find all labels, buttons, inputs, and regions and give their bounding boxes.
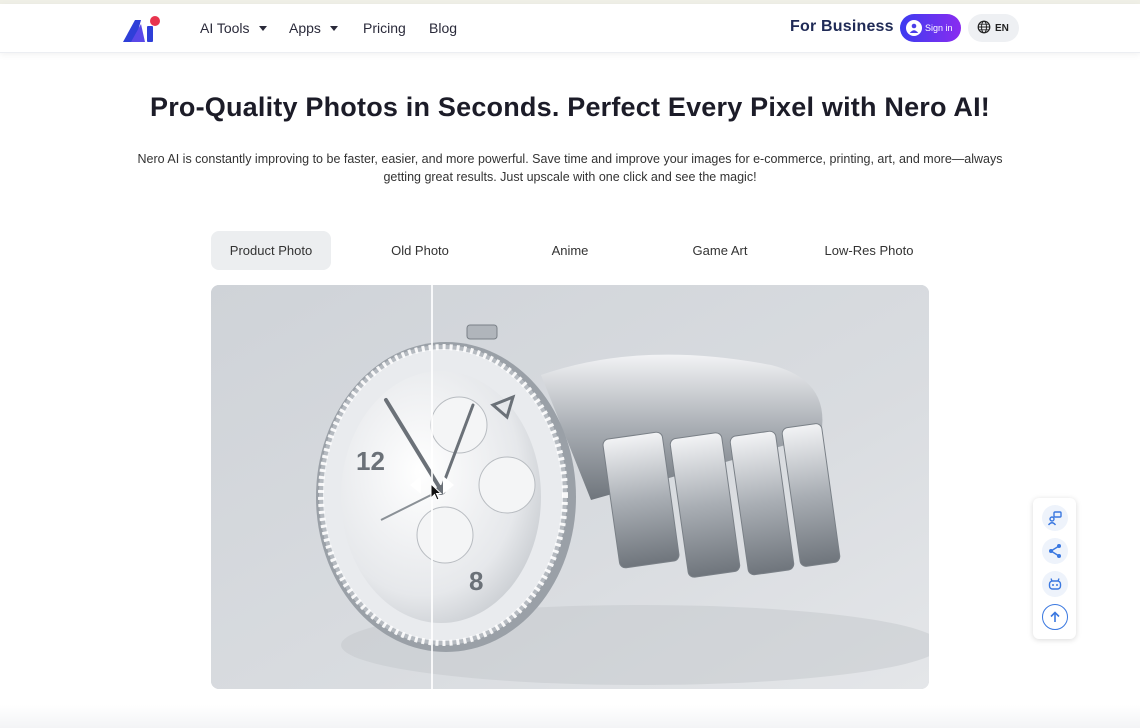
hero-headline: Pro-Quality Photos in Seconds. Perfect E… [149, 92, 990, 122]
chevron-right-icon [443, 476, 454, 494]
sign-in-button[interactable]: Sign in [900, 14, 961, 42]
language-selector[interactable]: EN [968, 14, 1019, 42]
nav-blog[interactable]: Blog [429, 20, 457, 36]
chevron-down-icon [329, 25, 338, 31]
chevron-left-icon [410, 476, 421, 494]
tab-label: Game Art [692, 243, 748, 258]
tab-label: Anime [551, 243, 589, 258]
sign-in-label: Sign in [925, 23, 953, 33]
hero-description: Nero AI is constantly improving to be fa… [137, 152, 1003, 184]
robot-icon[interactable] [1042, 571, 1068, 597]
tab-game-art[interactable]: Game Art [660, 231, 780, 270]
tab-label: Low-Res Photo [824, 243, 914, 258]
nav-apps-label: Apps [289, 20, 321, 36]
language-label: EN [995, 22, 1009, 34]
nav-ai-tools-label: AI Tools [200, 20, 250, 36]
tab-label: Product Photo [229, 243, 313, 258]
floating-toolbar [1033, 498, 1076, 639]
for-business-link[interactable]: For Business [790, 18, 894, 36]
tab-product-photo[interactable]: Product Photo [211, 231, 331, 270]
tab-anime[interactable]: Anime [510, 231, 630, 270]
chevron-down-icon [258, 25, 267, 31]
bottom-fade [0, 705, 1140, 728]
user-icon [906, 20, 922, 36]
nav-pricing-label: Pricing [363, 20, 406, 36]
arrow-up-icon[interactable] [1042, 604, 1068, 630]
share-icon[interactable] [1042, 538, 1068, 564]
svg-text:12: 12 [356, 446, 385, 476]
navbar: AI Tools Apps Pricing Blog For Business … [0, 4, 1140, 53]
nav-blog-label: Blog [429, 20, 458, 36]
tab-old-photo[interactable]: Old Photo [360, 231, 480, 270]
mouse-cursor-icon [430, 482, 443, 501]
nav-pricing[interactable]: Pricing [363, 20, 406, 36]
tab-label: Old Photo [391, 243, 449, 258]
watch-image: 12 8 [211, 285, 929, 689]
svg-text:8: 8 [469, 566, 483, 596]
before-after-comparison[interactable]: 12 8 [211, 285, 929, 689]
globe-icon [977, 20, 991, 37]
nero-ai-logo[interactable] [121, 14, 165, 46]
tab-low-res-photo[interactable]: Low-Res Photo [809, 231, 929, 270]
nav-ai-tools[interactable]: AI Tools [200, 20, 267, 36]
feedback-icon[interactable] [1042, 505, 1068, 531]
nav-apps[interactable]: Apps [289, 20, 338, 36]
